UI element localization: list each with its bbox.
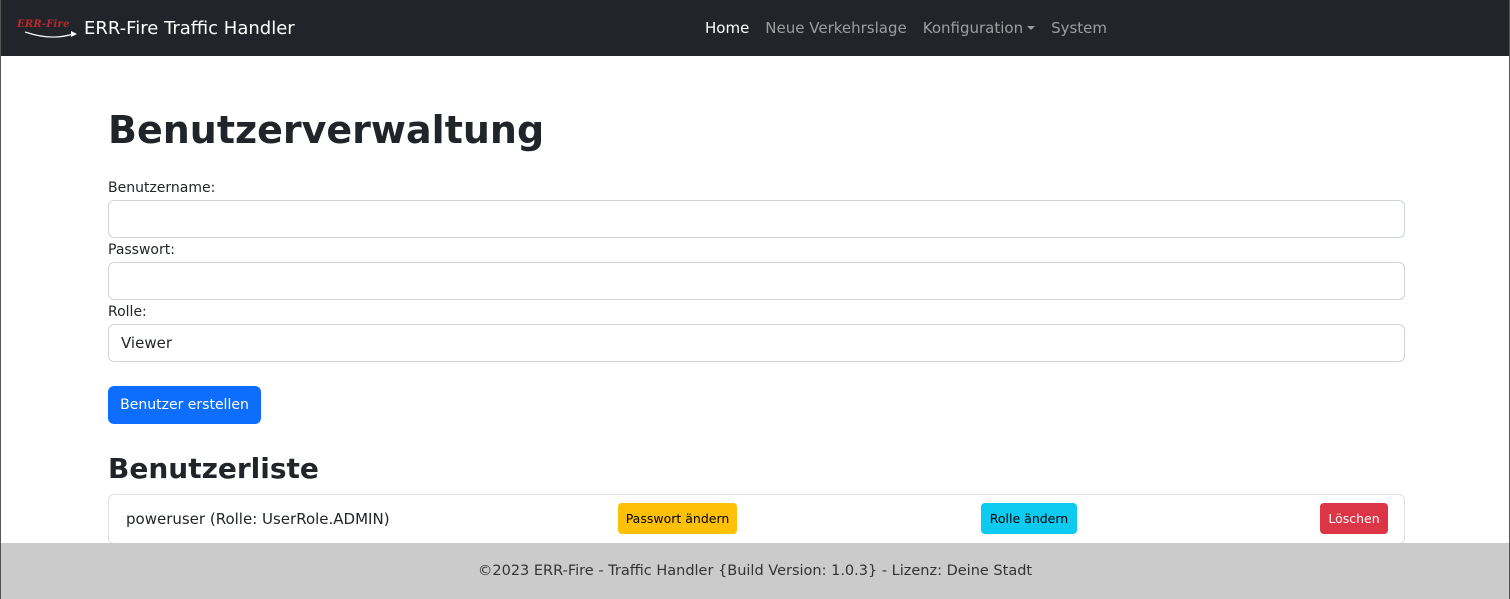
app-title: ERR-Fire Traffic Handler: [84, 17, 295, 39]
footer-text: ©2023 ERR-Fire - Traffic Handler {Build …: [477, 563, 1033, 579]
role-select[interactable]: Viewer: [108, 324, 1405, 362]
nav-system[interactable]: System: [1043, 19, 1115, 37]
nav-system-label: System: [1051, 19, 1108, 37]
nav-home-label: Home: [705, 19, 750, 37]
page-title: Benutzerverwaltung: [108, 108, 545, 152]
password-label: Passwort:: [108, 242, 175, 258]
footer: ©2023 ERR-Fire - Traffic Handler {Build …: [1, 543, 1509, 599]
logo: ERR-Fire: [15, 13, 79, 43]
navbar: ERR-Fire ERR-Fire Traffic Handler Home N…: [1, 0, 1509, 56]
nav-konfiguration-dropdown[interactable]: Konfiguration: [915, 19, 1043, 37]
nav-neue-verkehrslage[interactable]: Neue Verkehrslage: [757, 19, 914, 37]
delete-user-button[interactable]: Löschen: [1320, 503, 1388, 534]
logo-swoosh-icon: [25, 31, 77, 38]
caret-down-icon: [1027, 26, 1036, 30]
username-label: Benutzername:: [108, 180, 216, 196]
nav-home[interactable]: Home: [697, 19, 757, 37]
user-list-title: Benutzerliste: [108, 452, 319, 485]
user-list: poweruser (Rolle: UserRole.ADMIN) Passwo…: [108, 494, 1405, 544]
create-user-button[interactable]: Benutzer erstellen: [108, 386, 261, 424]
user-entry-text: poweruser (Rolle: UserRole.ADMIN): [126, 510, 390, 528]
main-nav: Home Neue Verkehrslage Konfiguration Sys…: [697, 0, 1115, 56]
change-role-button[interactable]: Rolle ändern: [981, 503, 1077, 534]
brand[interactable]: ERR-Fire ERR-Fire Traffic Handler: [15, 0, 295, 56]
role-label: Rolle:: [108, 304, 147, 320]
nav-neue-verkehrslage-label: Neue Verkehrslage: [765, 19, 907, 37]
change-password-button[interactable]: Passwort ändern: [618, 503, 737, 534]
username-input[interactable]: [108, 200, 1405, 238]
password-input[interactable]: [108, 262, 1405, 300]
nav-konfiguration-label: Konfiguration: [922, 19, 1024, 37]
